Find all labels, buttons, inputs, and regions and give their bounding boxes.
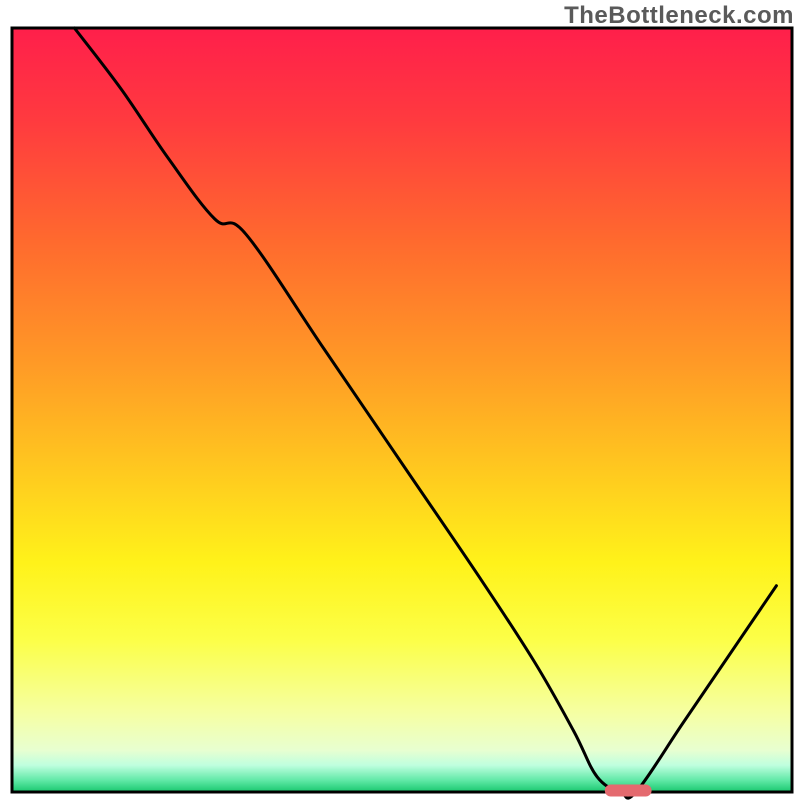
watermark-label: TheBottleneck.com: [564, 2, 794, 30]
optimal-zone-marker: [605, 784, 652, 796]
bottleneck-chart: [0, 0, 800, 800]
chart-background: [12, 28, 792, 792]
chart-stage: TheBottleneck.com: [0, 0, 800, 800]
